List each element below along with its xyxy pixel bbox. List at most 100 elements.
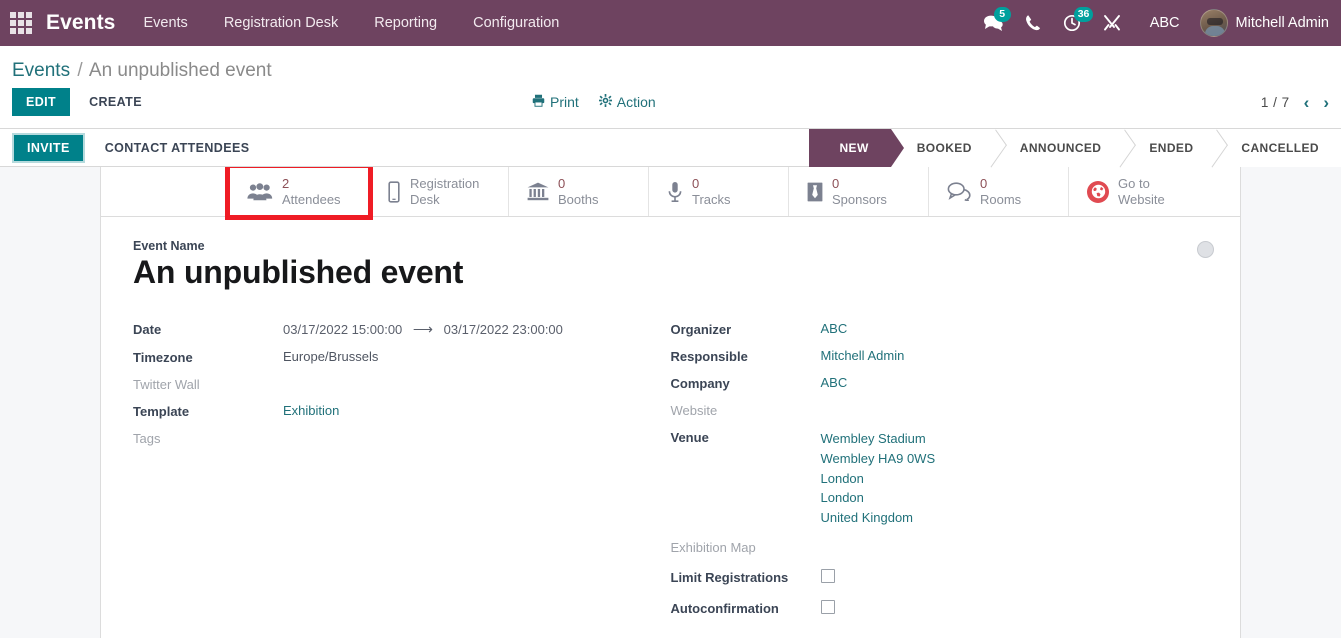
tags-label: Tags [133, 431, 161, 446]
menu-item-configuration[interactable]: Configuration [455, 0, 577, 46]
pager-next-icon[interactable]: › [1323, 94, 1329, 111]
template-label: Template [133, 404, 190, 419]
users-icon [247, 182, 273, 201]
phone-icon[interactable] [1014, 0, 1052, 46]
autoconfirmation-value [820, 599, 835, 617]
venue-line-3[interactable]: London [821, 469, 936, 489]
company-value[interactable]: ABC [821, 375, 848, 390]
smart-button-registration-desk[interactable]: Registration Desk [369, 167, 509, 216]
form-sheet: 2 Attendees Registration Desk 0 Booths 0… [100, 167, 1241, 638]
venue-line-5[interactable]: United Kingdom [821, 508, 936, 528]
attendees-count: 2 [282, 176, 290, 192]
tracks-label: Tracks [692, 191, 731, 207]
menu-item-registration-desk[interactable]: Registration Desk [206, 0, 356, 46]
stage-ended[interactable]: ENDED [1123, 128, 1216, 167]
template-value[interactable]: Exhibition [283, 403, 339, 418]
control-panel: Events / An unpublished event EDIT CREAT… [0, 46, 1341, 129]
limit-registrations-value [820, 568, 835, 586]
autoconfirmation-label: Autoconfirmation [670, 600, 779, 616]
date-value[interactable]: 03/17/2022 15:00:00 ⟶ 03/17/2022 23:00:0… [283, 321, 563, 338]
smart-button-text: Go to Website [1118, 176, 1165, 207]
breadcrumb-separator: / [77, 60, 83, 81]
edit-button[interactable]: EDIT [12, 88, 71, 116]
field-company: Company ABC [671, 375, 1209, 391]
organizer-label: Organizer [670, 322, 732, 337]
apps-menu-icon[interactable] [8, 10, 34, 36]
date-arrow-icon: ⟶ [412, 321, 433, 337]
smart-button-booths[interactable]: 0 Booths [509, 167, 649, 216]
twitter-wall-label: Twitter Wall [133, 377, 200, 392]
smart-button-text: Registration Desk [410, 176, 479, 207]
main-menu: Events Registration Desk Reporting Confi… [125, 0, 577, 46]
timezone-value[interactable]: Europe/Brussels [283, 349, 378, 364]
venue-line-2[interactable]: Wembley HA9 0WS [821, 449, 936, 469]
website-publish-toggle[interactable] [1197, 241, 1214, 258]
globe-icon [1087, 180, 1109, 203]
limit-registrations-checkbox[interactable] [820, 568, 835, 583]
control-panel-buttons: EDIT CREATE Print Action 1 / 7 ‹ › [12, 88, 1329, 128]
pager-previous-icon[interactable]: ‹ [1304, 94, 1310, 111]
content-area: 2 Attendees Registration Desk 0 Booths 0… [0, 167, 1341, 638]
date-end: 03/17/2022 23:00:00 [443, 322, 563, 337]
company-switcher-abc[interactable]: ABC [1132, 15, 1194, 31]
invite-button[interactable]: INVITE [12, 132, 85, 163]
booths-count: 0 [558, 176, 566, 192]
venue-line-1[interactable]: Wembley Stadium [821, 429, 936, 449]
activities-clock-icon[interactable]: 36 [1052, 0, 1094, 46]
stage-booked[interactable]: BOOKED [890, 128, 994, 167]
smart-button-go-to-website[interactable]: Go to Website [1069, 167, 1209, 216]
gear-icon [598, 94, 612, 110]
form-column-left: Date 03/17/2022 15:00:00 ⟶ 03/17/2022 23… [133, 321, 671, 631]
stage-cancelled[interactable]: CANCELLED [1215, 128, 1341, 167]
pager: 1 / 7 ‹ › [1261, 94, 1329, 111]
rooms-label: Rooms [980, 191, 1022, 207]
smart-button-sponsors[interactable]: 0 Sponsors [789, 167, 929, 216]
print-label: Print [550, 94, 579, 110]
field-date: Date 03/17/2022 15:00:00 ⟶ 03/17/2022 23… [133, 321, 671, 338]
user-avatar[interactable] [1199, 9, 1228, 37]
limit-registrations-label: Limit Registrations [670, 569, 789, 585]
action-label: Action [616, 94, 656, 110]
menu-item-events[interactable]: Events [125, 0, 205, 46]
venue-value[interactable]: Wembley Stadium Wembley HA9 0WS London L… [821, 429, 936, 528]
user-menu-label[interactable]: Mitchell Admin [1236, 15, 1329, 31]
contact-attendees-button[interactable]: CONTACT ATTENDEES [93, 135, 262, 161]
breadcrumb-current: An unpublished event [88, 60, 272, 81]
smart-button-tracks[interactable]: 0 Tracks [649, 167, 789, 216]
menu-item-reporting[interactable]: Reporting [356, 0, 455, 46]
mobile-icon [387, 180, 401, 203]
organizer-value[interactable]: ABC [821, 321, 848, 336]
field-twitter-wall: Twitter Wall [133, 376, 671, 392]
smart-button-attendees[interactable]: 2 Attendees [225, 167, 373, 220]
timezone-label: Timezone [133, 350, 193, 365]
company-label: Company [670, 376, 730, 391]
field-autoconfirmation: Autoconfirmation [670, 599, 1209, 617]
action-menu[interactable]: Action [598, 94, 656, 110]
date-start: 03/17/2022 15:00:00 [283, 322, 403, 337]
smart-button-rooms[interactable]: 0 Rooms [929, 167, 1069, 216]
create-button[interactable]: CREATE [76, 88, 155, 116]
tracks-count: 0 [692, 176, 700, 192]
stage-announced[interactable]: ANNOUNCED [993, 128, 1124, 167]
stage-new[interactable]: NEW [809, 128, 904, 167]
field-venue: Venue Wembley Stadium Wembley HA9 0WS Lo… [671, 429, 1209, 528]
microphone-icon [667, 181, 683, 203]
field-tags: Tags [133, 430, 671, 446]
autoconfirmation-checkbox[interactable] [820, 599, 835, 614]
top-navbar: Events Events Registration Desk Reportin… [0, 0, 1341, 46]
comments-icon [947, 182, 971, 201]
app-brand-events[interactable]: Events [42, 11, 125, 35]
event-name-value[interactable]: An unpublished event [133, 254, 1208, 291]
sponsors-label: Sponsors [832, 191, 887, 207]
responsible-value[interactable]: Mitchell Admin [821, 348, 905, 363]
attendees-label: Attendees [282, 191, 341, 207]
breadcrumb-root[interactable]: Events [12, 60, 70, 81]
statusbar-row: INVITE CONTACT ATTENDEES NEW BOOKED ANNO… [0, 128, 1341, 167]
pager-value: 1 / 7 [1260, 94, 1290, 110]
messages-icon[interactable]: 5 [972, 0, 1014, 46]
print-menu[interactable]: Print [532, 94, 579, 110]
tools-icon[interactable] [1092, 0, 1132, 46]
field-template: Template Exhibition [133, 403, 671, 419]
venue-line-4[interactable]: London [821, 488, 936, 508]
website-label: Website [670, 403, 718, 418]
